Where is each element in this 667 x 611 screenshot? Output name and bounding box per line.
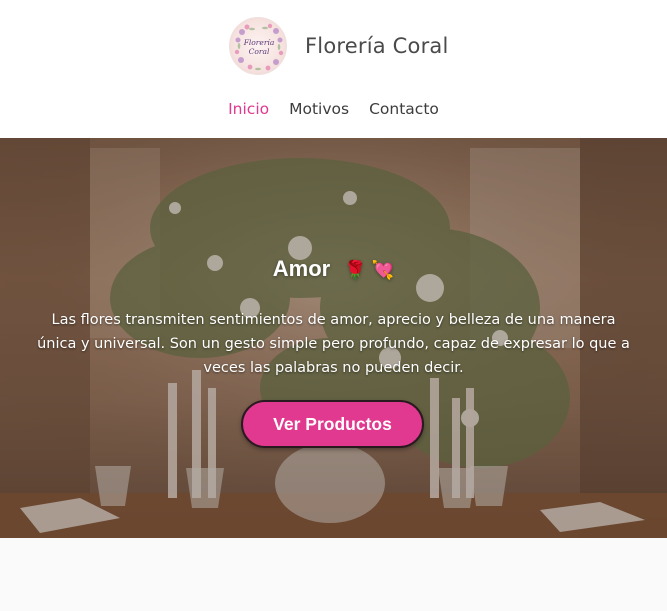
rose-heart-icon: 🌹 💘 (344, 260, 395, 280)
hero-description: Las flores transmiten sentimientos de am… (37, 312, 630, 376)
brand-logo[interactable]: Florería Coral (229, 17, 287, 75)
main-nav: Inicio Motivos Contacto (0, 100, 667, 118)
brand[interactable]: Florería Coral Florería Coral (229, 17, 449, 75)
logo-text-line-2: Coral (248, 47, 270, 56)
view-products-button[interactable]: Ver Productos (241, 400, 424, 448)
hero-title-text: Amor (272, 256, 331, 281)
hero-banner: Amor 🌹 💘 Las flores transmiten sentimien… (0, 138, 667, 538)
brand-name[interactable]: Florería Coral (305, 34, 449, 58)
nav-item-inicio[interactable]: Inicio (228, 100, 269, 118)
nav-item-contacto[interactable]: Contacto (369, 100, 439, 118)
hero-title: Amor 🌹 💘 (0, 256, 667, 282)
logo-wordmark: Florería Coral (230, 38, 286, 56)
site-header: Florería Coral Florería Coral Inicio Mot… (0, 0, 667, 138)
content-section (0, 538, 667, 611)
logo-text-line-1: Florería (243, 38, 275, 47)
nav-item-motivos[interactable]: Motivos (289, 100, 349, 118)
